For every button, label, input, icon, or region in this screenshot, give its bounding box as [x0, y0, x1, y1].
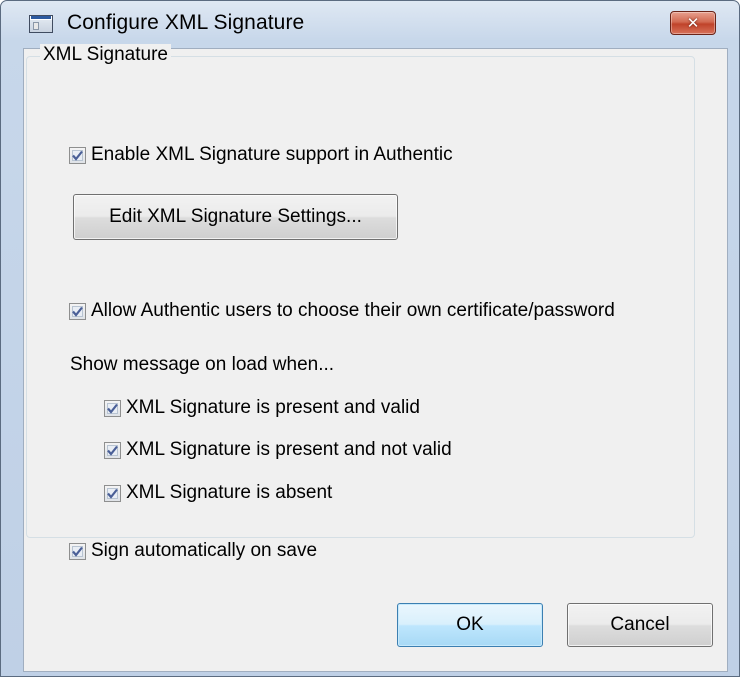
xml-signature-group [26, 56, 695, 538]
sign-automatically-checkbox[interactable] [69, 542, 86, 560]
enable-support-checkbox[interactable] [69, 146, 86, 164]
present-not-valid-checkbox[interactable] [104, 441, 121, 459]
checkmark-icon [107, 403, 118, 414]
title-bar[interactable]: Configure XML Signature ✕ [1, 1, 739, 47]
enable-support-label: Enable XML Signature support in Authenti… [91, 144, 453, 165]
sign-automatically-label: Sign automatically on save [91, 540, 318, 561]
present-valid-checkbox-row[interactable]: XML Signature is present and valid [104, 396, 420, 420]
checkmark-icon [72, 306, 83, 317]
checkmark-icon [107, 488, 118, 499]
enable-support-checkbox-row[interactable]: Enable XML Signature support in Authenti… [69, 143, 453, 167]
allow-choose-label: Allow Authentic users to choose their ow… [91, 300, 615, 321]
edit-settings-button[interactable]: Edit XML Signature Settings... [73, 194, 398, 240]
present-valid-label: XML Signature is present and valid [126, 397, 420, 418]
ok-button[interactable]: OK [397, 603, 543, 647]
checkmark-icon [107, 445, 118, 456]
window-icon [29, 15, 53, 33]
close-button[interactable]: ✕ [670, 11, 716, 35]
absent-checkbox[interactable] [104, 484, 121, 502]
absent-checkbox-row[interactable]: XML Signature is absent [104, 481, 332, 505]
close-icon: ✕ [686, 14, 700, 32]
checkmark-icon [72, 150, 83, 161]
cancel-button[interactable]: Cancel [567, 603, 713, 647]
present-valid-checkbox[interactable] [104, 399, 121, 417]
show-message-label: Show message on load when... [70, 354, 335, 375]
absent-label: XML Signature is absent [126, 482, 333, 503]
present-not-valid-checkbox-row[interactable]: XML Signature is present and not valid [104, 438, 452, 462]
allow-choose-checkbox-row[interactable]: Allow Authentic users to choose their ow… [69, 299, 615, 323]
dialog-title: Configure XML Signature [67, 11, 305, 34]
group-label: XML Signature [40, 44, 171, 66]
allow-choose-checkbox[interactable] [69, 302, 86, 320]
sign-automatically-checkbox-row[interactable]: Sign automatically on save [69, 539, 317, 563]
checkmark-icon [72, 546, 83, 557]
present-not-valid-label: XML Signature is present and not valid [126, 439, 452, 460]
